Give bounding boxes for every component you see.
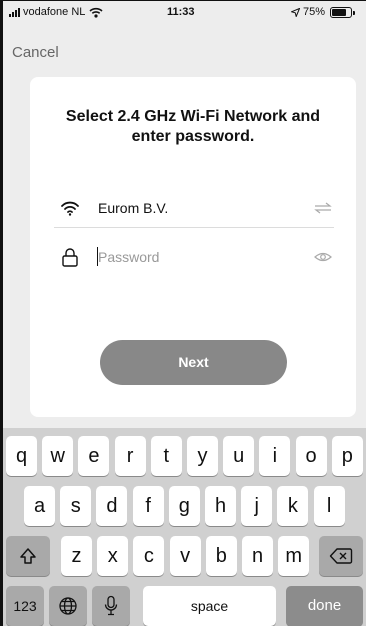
switch-network-icon[interactable] [314,200,332,216]
key-f[interactable]: f [132,486,164,526]
next-button[interactable]: Next [100,340,287,385]
key-u[interactable]: u [223,436,255,476]
key-n[interactable]: n [242,536,273,576]
eye-icon[interactable] [314,249,332,265]
globe-icon [59,597,77,615]
backspace-icon [329,548,353,564]
key-a[interactable]: a [24,486,55,526]
status-left: vodafone NL [9,6,103,18]
wifi-status-icon [89,7,103,18]
done-key[interactable]: done [286,586,363,626]
network-row[interactable]: Eurom B.V. [54,190,334,228]
battery-fill [332,8,346,16]
key-j[interactable]: j [241,486,273,526]
key-l[interactable]: l [313,486,345,526]
shift-key[interactable] [6,536,50,576]
space-key[interactable]: space [143,586,276,626]
status-right: 75% [290,6,355,18]
battery-percent: 75% [302,6,325,18]
key-g[interactable]: g [168,486,200,526]
key-z[interactable]: z [61,536,92,576]
key-y[interactable]: y [187,436,218,476]
network-name: Eurom B.V. [98,200,169,216]
password-row[interactable]: Password [54,239,334,277]
key-v[interactable]: v [169,536,201,576]
key-p[interactable]: p [331,436,363,476]
key-o[interactable]: o [295,436,327,476]
password-input[interactable]: Password [98,249,159,265]
location-arrow-icon [290,7,300,17]
key-q[interactable]: q [6,436,37,476]
shift-icon [20,548,36,564]
wifi-icon [61,201,79,216]
battery-tip [353,10,355,15]
key-w[interactable]: w [42,436,74,476]
key-s[interactable]: s [60,486,92,526]
wifi-setup-card: Select 2.4 GHz Wi-Fi Network and enter p… [30,77,356,417]
key-i[interactable]: i [259,436,291,476]
key-r[interactable]: r [114,436,146,476]
key-t[interactable]: t [150,436,182,476]
key-h[interactable]: h [205,486,236,526]
status-bar: vodafone NL 11:33 75% [3,1,366,23]
microphone-key[interactable] [92,586,130,626]
keyboard: 123 space done qwertyuiop asdfghjkl zxcvbn… [3,428,366,626]
card-title: Select 2.4 GHz Wi-Fi Network and enter p… [65,108,321,145]
key-c[interactable]: c [133,536,165,576]
key-e[interactable]: e [78,436,110,476]
key-d[interactable]: d [96,486,128,526]
microphone-icon [104,595,118,616]
cancel-button[interactable]: Cancel [12,44,59,61]
lock-icon [62,248,78,267]
key-x[interactable]: x [97,536,129,576]
carrier-name: vodafone NL [23,6,86,18]
battery-icon [330,6,355,18]
key-k[interactable]: k [277,486,309,526]
backspace-key[interactable] [319,536,363,576]
globe-key[interactable] [49,586,87,626]
numbers-key[interactable]: 123 [6,586,44,626]
screen: vodafone NL 11:33 75% Cancel Select 2.4 … [0,0,366,626]
key-b[interactable]: b [205,536,237,576]
status-time: 11:33 [167,6,195,18]
signal-icon [9,7,20,17]
key-m[interactable]: m [278,536,310,576]
